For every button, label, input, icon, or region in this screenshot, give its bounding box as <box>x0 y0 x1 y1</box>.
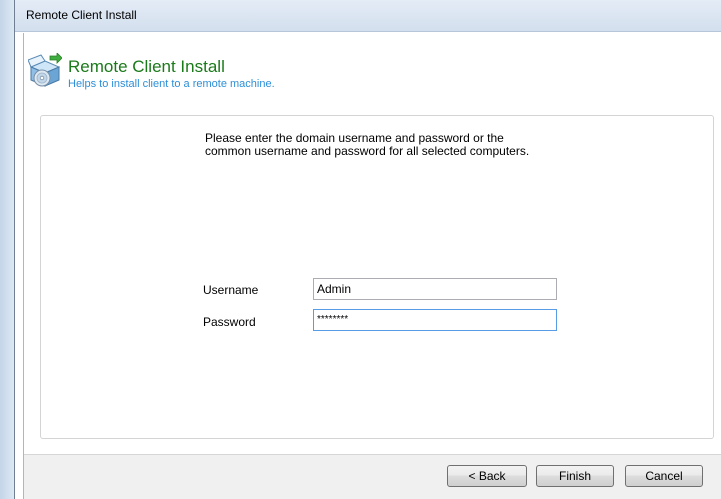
desktop-background <box>0 0 14 499</box>
screen: Remote Client Install Remote Client Inst… <box>0 0 721 499</box>
content-panel <box>40 115 714 439</box>
username-label: Username <box>203 283 259 297</box>
install-wizard-icon <box>27 52 63 87</box>
title-bar[interactable]: Remote Client Install <box>15 0 721 32</box>
header-subtitle: Helps to install client to a remote mach… <box>68 78 275 90</box>
window-title: Remote Client Install <box>26 8 137 22</box>
instructions-line-2: common username and password for all sel… <box>205 144 530 158</box>
password-field[interactable]: ******** <box>313 309 557 331</box>
header-title: Remote Client Install <box>68 57 225 76</box>
install-window: Remote Client Install Remote Client Inst… <box>14 0 721 499</box>
button-bar <box>24 455 721 499</box>
cancel-button[interactable]: Cancel <box>625 465 703 487</box>
username-field[interactable]: Admin <box>313 278 557 300</box>
finish-button[interactable]: Finish <box>536 465 614 487</box>
password-label: Password <box>203 315 256 329</box>
instructions-text: Please enter the domain username and pas… <box>205 132 565 158</box>
wizard-header: Remote Client Install Helps to install c… <box>24 33 721 106</box>
wizard-page: Remote Client Install Helps to install c… <box>23 33 721 499</box>
back-button[interactable]: < Back <box>447 465 527 487</box>
